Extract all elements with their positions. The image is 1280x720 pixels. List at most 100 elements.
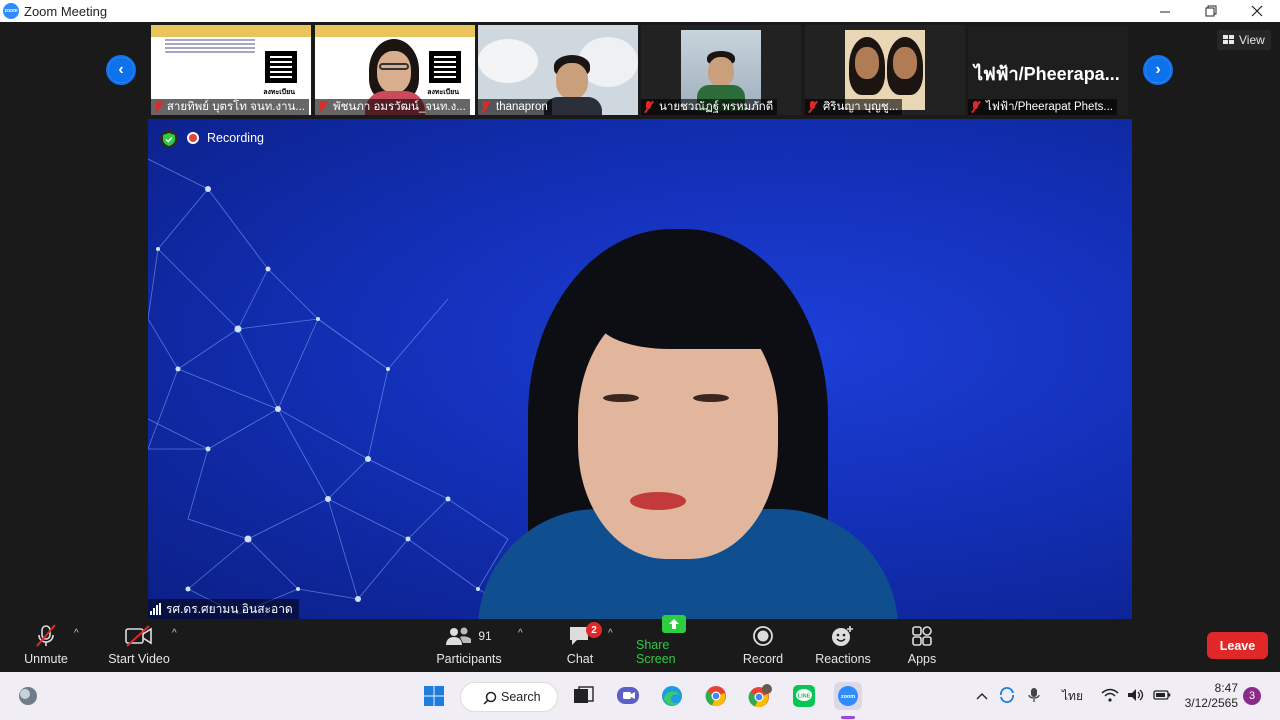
- participant-name: นายชวณัฏฐ์ พรหมภักดี: [659, 101, 774, 113]
- maximize-button[interactable]: [1188, 0, 1234, 22]
- signal-strength-icon: [150, 603, 161, 615]
- participants-icon: 91: [446, 624, 492, 648]
- video-off-icon: [125, 624, 153, 648]
- windows-taskbar: Search LINE zoom ไทย 8:47 3/12/2565: [0, 672, 1280, 720]
- system-tray: ไทย: [976, 672, 1171, 720]
- view-button[interactable]: View: [1217, 30, 1271, 50]
- leave-button[interactable]: Leave: [1207, 632, 1268, 659]
- qr-code-image: [429, 51, 461, 83]
- apps-button[interactable]: Apps: [902, 620, 942, 672]
- microphone-muted-icon: [35, 624, 57, 648]
- poster-caption: ลงทะเบียน: [427, 89, 459, 96]
- mic-muted-icon: [643, 101, 655, 113]
- chat-icon: 2: [568, 622, 602, 648]
- chevron-left-icon: ‹: [108, 57, 134, 83]
- participants-label: Participants: [436, 652, 502, 666]
- active-speaker-video: [148, 119, 1132, 619]
- start-video-button[interactable]: Start Video: [104, 620, 174, 672]
- notification-count-badge[interactable]: 3: [1243, 687, 1261, 705]
- participant-tile[interactable]: ลงทะเบียน สายทิพย์ บุตรโท จนท.งาน...: [151, 25, 311, 115]
- chevron-right-icon: ›: [1145, 57, 1171, 83]
- recording-label: Recording: [207, 131, 264, 145]
- edge-browser-icon[interactable]: [658, 682, 686, 710]
- close-icon: [1251, 5, 1263, 17]
- battery-icon[interactable]: [1153, 689, 1171, 704]
- participant-name-label: นายชวณัฏฐ์ พรหมภักดี: [641, 99, 778, 115]
- microphone-tray-icon[interactable]: [1028, 687, 1040, 706]
- teams-chat-icon[interactable]: [614, 682, 642, 710]
- participant-tile[interactable]: ลงทะเบียน พัชนภา อมรวัฒน์_จนท.ง...: [315, 25, 475, 115]
- participant-tile[interactable]: ศิรินญา บุญชู...: [805, 25, 965, 115]
- gallery-next-button[interactable]: ›: [1143, 55, 1173, 85]
- chat-unread-badge: 2: [586, 622, 602, 638]
- taskbar-search[interactable]: Search: [460, 682, 558, 712]
- participants-button[interactable]: 91 Participants: [432, 620, 506, 672]
- chrome-profile-icon[interactable]: [746, 682, 774, 710]
- participant-name: ไฟฟ้า/Pheerapat Phets...: [986, 101, 1113, 113]
- apps-icon: [911, 624, 933, 648]
- participant-gallery: ‹ ลงทะเบียน สายทิพย์ บุตรโท จนท.งาน... ล…: [0, 22, 1280, 118]
- minimize-button[interactable]: [1142, 0, 1188, 22]
- apps-label: Apps: [907, 652, 937, 666]
- onedrive-sync-icon[interactable]: [998, 686, 1016, 706]
- participant-name-label: ไฟฟ้า/Pheerapat Phets...: [968, 99, 1117, 115]
- share-screen-icon: [661, 614, 687, 634]
- reactions-smiley-icon: [831, 624, 855, 648]
- participant-tile[interactable]: thanapron: [478, 25, 638, 115]
- mic-muted-icon: [807, 101, 819, 113]
- chat-button[interactable]: 2 Chat: [556, 620, 604, 672]
- chat-options-caret[interactable]: ^: [608, 628, 613, 639]
- participant-name-label: สายทิพย์ บุตรโท จนท.งาน...: [151, 99, 309, 115]
- view-label: View: [1239, 33, 1265, 47]
- tray-overflow-chevron-icon[interactable]: [976, 689, 988, 703]
- participants-options-caret[interactable]: ^: [518, 628, 523, 639]
- reactions-button[interactable]: Reactions: [812, 620, 874, 672]
- weather-widget-icon[interactable]: [14, 682, 42, 710]
- recording-indicator[interactable]: Recording: [187, 127, 264, 149]
- clock-date: 3/12/2565: [1184, 696, 1238, 710]
- svg-text:LINE: LINE: [798, 694, 811, 700]
- share-screen-button[interactable]: Share Screen: [636, 615, 712, 672]
- svg-text:zoom: zoom: [841, 694, 855, 700]
- zoom-taskbar-icon[interactable]: zoom: [834, 682, 862, 710]
- close-button[interactable]: [1234, 0, 1280, 22]
- task-view-icon[interactable]: [570, 682, 598, 710]
- chrome-browser-icon[interactable]: [702, 682, 730, 710]
- participant-name-label: thanapron: [478, 99, 552, 115]
- start-video-label: Start Video: [108, 652, 170, 666]
- participants-count: 91: [478, 629, 492, 643]
- title-bar: zoom Zoom Meeting: [0, 0, 1280, 22]
- record-label: Record: [742, 652, 784, 666]
- security-shield-icon[interactable]: [160, 130, 178, 148]
- participant-tile[interactable]: นายชวณัฏฐ์ พรหมภักดี: [641, 25, 801, 115]
- mic-muted-icon: [480, 101, 492, 113]
- mic-muted-icon: [970, 101, 982, 113]
- video-options-caret[interactable]: ^: [172, 628, 177, 639]
- unmute-button[interactable]: Unmute: [18, 620, 74, 672]
- search-icon: [483, 691, 497, 705]
- windows-start-icon[interactable]: [420, 682, 448, 710]
- participant-display-name: ไฟฟ้า/Pheerapa...: [974, 64, 1120, 84]
- active-speaker-name-label: รศ.ดร.ศยามน อินสะอาด: [148, 599, 299, 619]
- restore-icon: [1205, 5, 1217, 17]
- volume-icon[interactable]: [1127, 688, 1145, 705]
- gallery-prev-button[interactable]: ‹: [106, 55, 136, 85]
- share-screen-label: Share Screen: [636, 638, 676, 666]
- poster-caption: ลงทะเบียน: [263, 89, 295, 96]
- input-language[interactable]: ไทย: [1062, 687, 1083, 706]
- grid-view-icon: [1223, 35, 1234, 44]
- participant-name: สายทิพย์ บุตรโท จนท.งาน...: [166, 101, 305, 113]
- clock-time: 8:47: [1214, 681, 1238, 695]
- audio-options-caret[interactable]: ^: [74, 628, 79, 639]
- mic-muted-icon: [153, 101, 163, 113]
- chat-label: Chat: [566, 652, 594, 666]
- participant-tile[interactable]: ไฟฟ้า/Pheerapa... ไฟฟ้า/Pheerapat Phets.…: [968, 25, 1128, 115]
- record-icon: [752, 624, 774, 648]
- record-button[interactable]: Record: [738, 620, 788, 672]
- participant-name: thanapron: [496, 101, 548, 113]
- wifi-icon[interactable]: [1101, 688, 1119, 705]
- zoom-app-icon: zoom: [3, 3, 19, 19]
- line-app-icon[interactable]: LINE: [790, 682, 818, 710]
- participant-name: ศิรินญา บุญชู...: [823, 101, 899, 113]
- system-clock[interactable]: 8:47 3/12/2565: [1180, 681, 1238, 711]
